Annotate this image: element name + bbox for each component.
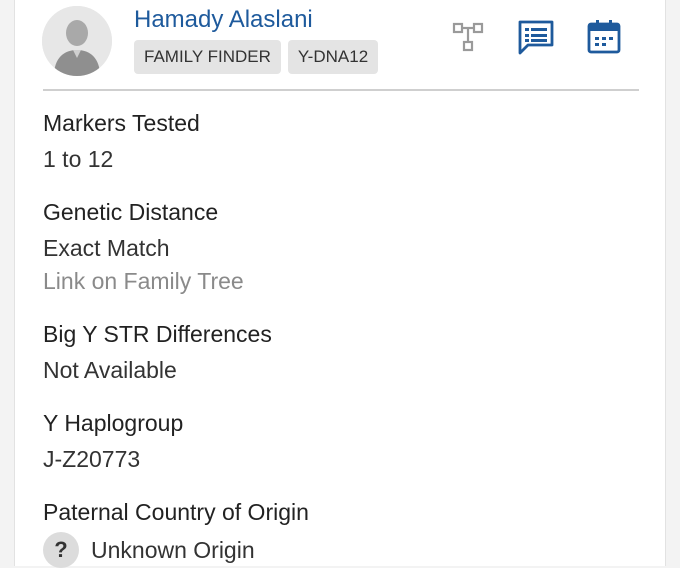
unknown-origin-icon: ?: [43, 532, 79, 568]
header-divider: [43, 89, 639, 91]
family-tree-icon: [452, 22, 484, 52]
y-haplogroup-label: Y Haplogroup: [43, 410, 184, 436]
message-button[interactable]: [517, 18, 555, 56]
y-haplogroup-value: J-Z20773: [43, 446, 141, 472]
tag-family-finder: FAMILY FINDER: [134, 40, 281, 74]
big-y-str-value: Not Available: [43, 357, 177, 383]
tag-y-dna12: Y-DNA12: [287, 40, 379, 74]
default-user-avatar-icon: [42, 6, 112, 76]
markers-tested-value: 1 to 12: [43, 146, 114, 172]
avatar[interactable]: [42, 6, 112, 76]
genetic-distance-label: Genetic Distance: [43, 199, 219, 225]
link-on-family-tree[interactable]: Link on Family Tree: [43, 268, 244, 295]
paternal-origin-row: ? Unknown Origin: [43, 532, 255, 568]
paternal-origin-value: Unknown Origin: [91, 536, 255, 563]
match-name[interactable]: Hamady Alaslani: [134, 6, 313, 34]
markers-tested-label: Markers Tested: [43, 110, 200, 136]
match-card: Hamady Alaslani FAMILY FINDER Y-DNA12 Ma…: [14, 0, 666, 568]
family-tree-button[interactable]: [451, 18, 489, 56]
message-icon: [518, 20, 554, 55]
genetic-distance-value: Exact Match: [43, 235, 170, 261]
big-y-str-label: Big Y STR Differences: [43, 321, 272, 347]
calendar-button[interactable]: [585, 18, 623, 56]
calendar-icon: [587, 20, 621, 54]
paternal-origin-label: Paternal Country of Origin: [43, 499, 309, 525]
test-tags: FAMILY FINDER Y-DNA12: [134, 40, 379, 74]
